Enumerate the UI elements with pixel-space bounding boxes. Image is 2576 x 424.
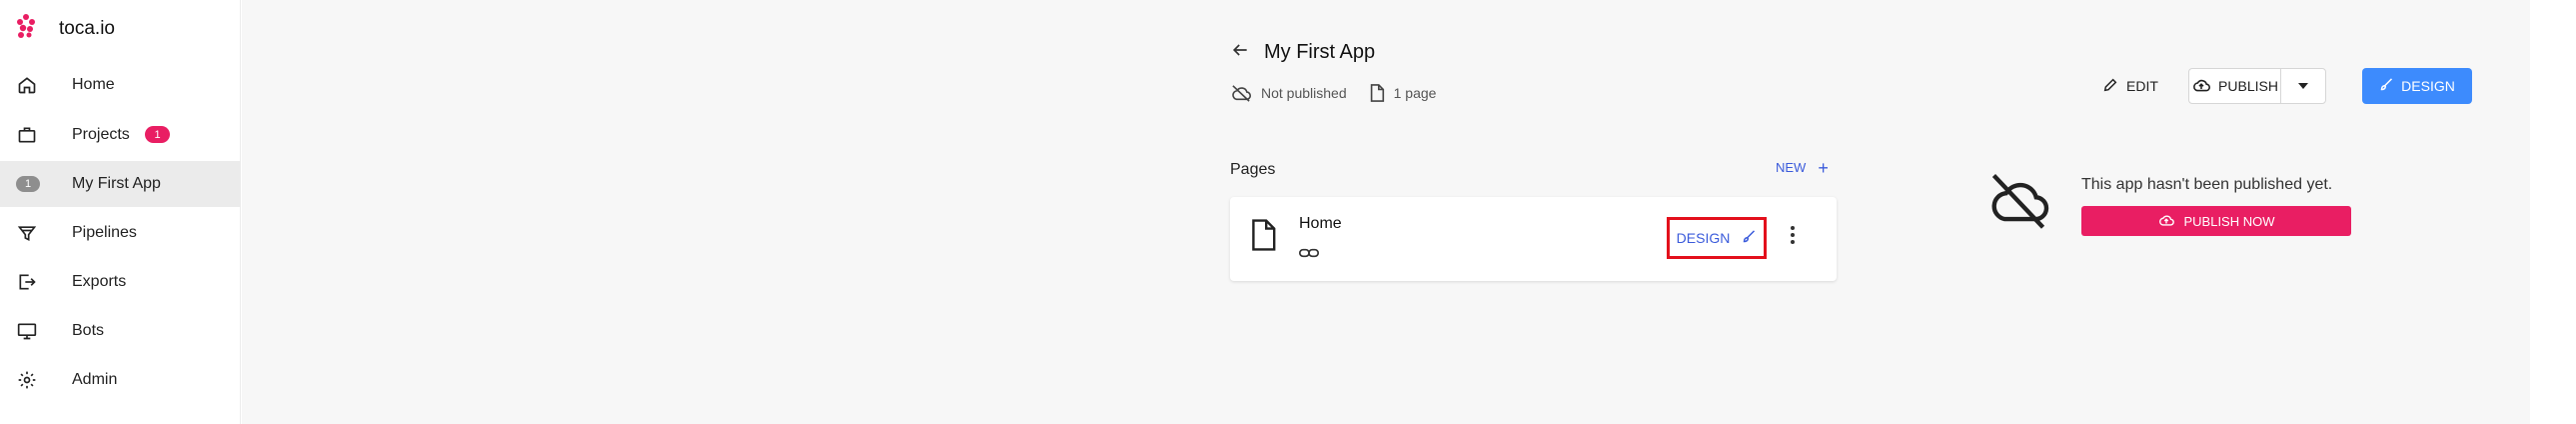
page-card: Home DESIGN	[1230, 197, 1837, 281]
sidebar-item-admin[interactable]: Admin	[0, 357, 241, 403]
sidebar-item-label: Projects	[72, 126, 130, 143]
monitor-icon	[16, 320, 38, 342]
edit-button[interactable]: EDIT	[2102, 68, 2158, 104]
design-button[interactable]: DESIGN	[2362, 68, 2472, 104]
cloud-upload-icon	[2191, 77, 2211, 96]
filter-icon	[16, 222, 38, 244]
pages-heading: Pages	[1230, 161, 1276, 178]
sidebar-item-label: Home	[72, 76, 115, 93]
publish-options-dropdown[interactable]	[2280, 68, 2326, 104]
sidebar-item-label: My First App	[72, 175, 161, 192]
back-arrow-icon[interactable]	[1230, 40, 1250, 65]
sidebar-item-bots[interactable]: Bots	[0, 308, 241, 354]
sidebar-item-projects[interactable]: Projects 1	[0, 112, 241, 158]
link-icon[interactable]	[1299, 246, 1319, 264]
cloud-off-icon	[1230, 84, 1252, 102]
not-published-message: This app hasn't been published yet.	[2081, 176, 2333, 193]
sidebar: toca.io Home Projects 1 1 My First App P…	[0, 0, 241, 424]
brand[interactable]: toca.io	[15, 13, 115, 44]
publish-label: PUBLISH	[2218, 78, 2278, 94]
new-page-button[interactable]: NEW +	[1776, 157, 1829, 178]
publish-now-button[interactable]: PUBLISH NOW	[2081, 206, 2351, 236]
sidebar-item-my-first-app[interactable]: 1 My First App	[0, 161, 241, 207]
gear-icon	[16, 369, 38, 391]
caret-down-icon	[2297, 77, 2309, 95]
export-icon	[16, 271, 38, 293]
brand-name: toca.io	[59, 17, 115, 39]
app-number-badge: 1	[16, 176, 40, 192]
projects-count-badge: 1	[145, 126, 170, 143]
cloud-upload-icon	[2157, 213, 2175, 230]
sidebar-item-label: Admin	[72, 371, 118, 388]
document-icon	[1369, 84, 1385, 102]
brush-icon	[1742, 229, 1757, 247]
sidebar-item-label: Exports	[72, 273, 127, 290]
page-title: My First App	[1264, 41, 1376, 63]
page-name: Home	[1299, 215, 1342, 232]
more-options-icon[interactable]	[1790, 225, 1796, 250]
edit-label: EDIT	[2126, 78, 2158, 94]
cloud-off-icon	[1983, 170, 2053, 235]
sidebar-item-pipelines[interactable]: Pipelines	[0, 210, 241, 256]
sidebar-item-exports[interactable]: Exports	[0, 259, 241, 305]
publish-now-label: PUBLISH NOW	[2183, 213, 2275, 229]
toca-logo-icon	[15, 13, 37, 44]
app-meta: Not published 1 page	[1230, 84, 1436, 102]
page-count: 1 page	[1393, 85, 1437, 101]
right-edge	[2530, 0, 2576, 424]
app-header: My First App	[1230, 40, 1375, 65]
home-icon	[16, 74, 38, 96]
new-label: NEW	[1776, 160, 1807, 175]
publish-button[interactable]: PUBLISH	[2188, 68, 2280, 104]
sidebar-item-label: Pipelines	[72, 224, 137, 241]
sidebar-item-home[interactable]: Home	[0, 62, 241, 108]
document-icon	[1250, 219, 1276, 256]
sidebar-item-label: Bots	[72, 322, 105, 339]
publish-status: Not published	[1261, 85, 1347, 101]
plus-icon: +	[1818, 157, 1829, 178]
briefcase-icon	[16, 124, 38, 146]
design-label: DESIGN	[2401, 78, 2455, 94]
pencil-icon	[2102, 77, 2118, 96]
page-design-button[interactable]: DESIGN	[1667, 217, 1767, 259]
page-design-label: DESIGN	[1676, 230, 1731, 246]
brush-icon	[2379, 77, 2394, 95]
